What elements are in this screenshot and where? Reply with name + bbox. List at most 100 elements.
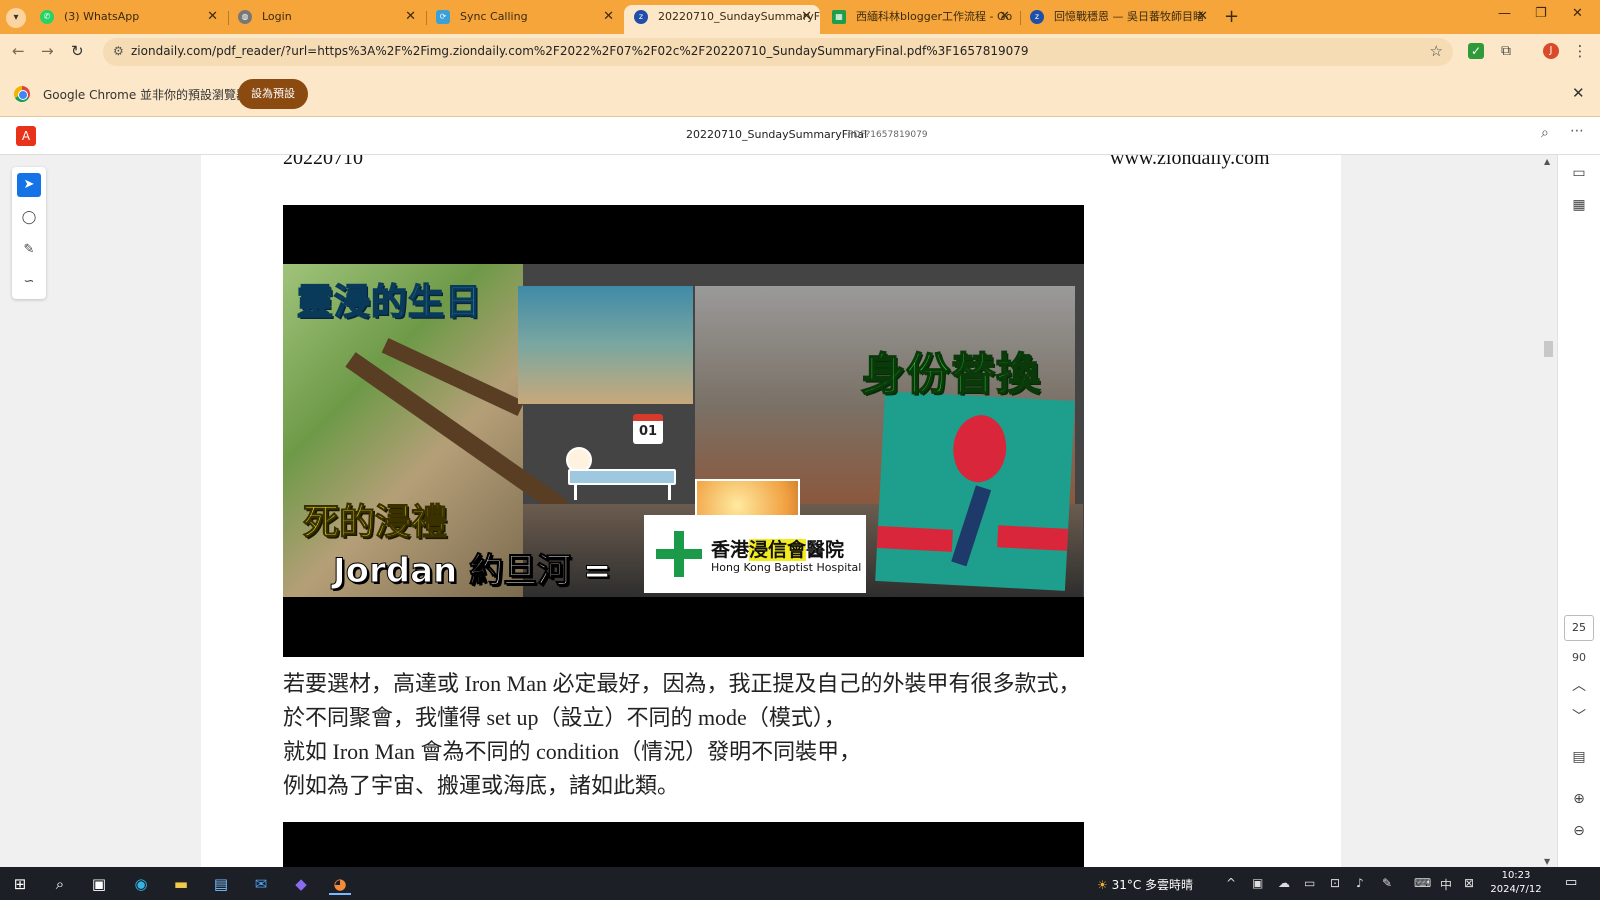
onedrive-cloud-icon[interactable]: ☁: [1278, 876, 1290, 890]
lasso-icon[interactable]: ∽: [17, 270, 41, 294]
globe-icon: ◍: [238, 10, 252, 24]
close-icon[interactable]: ✕: [405, 5, 416, 29]
next-page-icon[interactable]: ﹀: [1569, 707, 1589, 727]
microsoft-store-icon[interactable]: ▤: [210, 873, 232, 895]
windows-start-icon[interactable]: ⊞: [9, 873, 31, 895]
minimize-icon[interactable]: —: [1498, 6, 1511, 21]
next-banner-image: [283, 822, 1084, 867]
notification-icon[interactable]: ▭: [1565, 875, 1577, 890]
close-icon[interactable]: ✕: [603, 5, 614, 29]
keyboard-icon[interactable]: ⌨: [1414, 876, 1431, 890]
search-icon[interactable]: ⌕: [1541, 125, 1549, 141]
mail-icon[interactable]: ✉: [250, 873, 272, 895]
infobar-message: Google Chrome 並非你的預設瀏覽器: [43, 88, 249, 102]
sync-calling-icon: ⟳: [436, 10, 450, 24]
close-icon[interactable]: ✕: [999, 5, 1010, 29]
zoom-in-icon[interactable]: ⊕: [1569, 789, 1589, 809]
weather-sun-icon: ☀: [1097, 878, 1112, 892]
chrome-taskbar-icon[interactable]: ◕: [329, 873, 351, 895]
extensions-puzzle-icon[interactable]: ⧉: [1498, 43, 1514, 59]
hospital-cross-icon: [656, 531, 702, 577]
bed-leg: [574, 484, 577, 500]
new-tab-button[interactable]: +: [1224, 6, 1239, 27]
network-icon[interactable]: ⊡: [1330, 876, 1340, 890]
chrome-menu-icon[interactable]: ⋮: [1572, 43, 1588, 59]
bookmark-star-icon[interactable]: ☆: [1430, 42, 1443, 60]
sheets-icon: ▦: [832, 10, 846, 24]
volume-icon[interactable]: ♪: [1356, 876, 1364, 890]
hospital-logo: 香港浸信會醫院 Hong Kong Baptist Hospital: [644, 515, 866, 593]
tab-blogger-workflow[interactable]: ▦ 西緬科林blogger工作流程 - Go ✕: [822, 5, 1018, 34]
previous-page-icon[interactable]: ︿: [1569, 676, 1589, 696]
copilot-icon[interactable]: ◆: [290, 873, 312, 895]
tab-title: Login: [262, 10, 292, 23]
tab-login[interactable]: ◍ Login ✕: [228, 5, 424, 34]
weather-widget[interactable]: ☀ 31°C 多雲時晴: [1097, 876, 1193, 893]
comments-panel-icon[interactable]: ▭: [1569, 163, 1589, 183]
pdf-page: 20220710 www.ziondaily.com 01 靈浸的生日 身份替換…: [201, 155, 1341, 867]
taskbar-clock[interactable]: 10:23 2024/7/12: [1486, 869, 1546, 897]
scrollbar-thumb[interactable]: [1544, 341, 1553, 357]
clock-date: 2024/7/12: [1490, 884, 1542, 895]
close-icon[interactable]: ✕: [1572, 84, 1585, 102]
profile-avatar[interactable]: J: [1543, 43, 1559, 59]
battery-icon[interactable]: ▭: [1304, 876, 1315, 890]
close-icon[interactable]: ✕: [801, 5, 812, 29]
ime-mode-icon[interactable]: ⊠: [1464, 876, 1474, 890]
scroll-down-arrow-icon[interactable]: ▼: [1544, 857, 1550, 866]
ime-language-indicator[interactable]: 中: [1440, 876, 1452, 893]
more-options-icon[interactable]: ⋯: [1570, 123, 1584, 139]
draw-pen-icon[interactable]: ✎: [17, 238, 41, 262]
set-default-button[interactable]: 設為預設: [238, 79, 308, 109]
pen-input-icon[interactable]: ✎: [1382, 876, 1392, 890]
edge-browser-icon[interactable]: ◉: [130, 873, 152, 895]
thumbnails-grid-icon[interactable]: ▦: [1569, 195, 1589, 215]
select-cursor-icon[interactable]: ➤: [17, 173, 41, 197]
tab-whatsapp[interactable]: ✆ (3) WhatsApp ✕: [30, 5, 226, 34]
tab-title: 20220710_SundaySummaryFi: [658, 10, 820, 23]
restore-icon[interactable]: ❐: [1535, 6, 1547, 21]
paragraph-line: 就如 Iron Man 會為不同的 condition（情況）發明不同裝甲，: [283, 739, 862, 764]
annotation-toolbar: ➤ ◯ ✎ ∽: [12, 167, 46, 299]
tab-sunday-summary[interactable]: z 20220710_SundaySummaryFi ✕: [624, 5, 820, 34]
chrome-logo-icon: [14, 86, 30, 102]
flame-icon: [943, 409, 1016, 488]
extension-check-icon[interactable]: ✓: [1468, 43, 1484, 59]
pdf-header-bar: A 20220710_SundaySummaryFinal PDF?165781…: [0, 117, 1600, 155]
page-settings-icon[interactable]: ▤: [1569, 747, 1589, 767]
window-close-icon[interactable]: ✕: [1572, 6, 1583, 21]
tab-search-button[interactable]: ▾: [6, 8, 26, 28]
close-icon[interactable]: ✕: [207, 5, 218, 29]
task-view-icon[interactable]: ▣: [88, 873, 110, 895]
tab-title: Sync Calling: [460, 10, 528, 23]
torch-icon: [951, 485, 992, 567]
body-paragraph: 若要選材，高達或 Iron Man 必定最好，因為，我正提及自己的外裝甲有很多款…: [283, 667, 1080, 803]
hospital-name-en: Hong Kong Baptist Hospital: [711, 561, 862, 574]
tab-title: 西緬科林blogger工作流程 - Go: [856, 10, 1013, 23]
jordan-crossing-image: [518, 286, 693, 404]
current-page-field[interactable]: 25: [1564, 615, 1594, 641]
add-comment-icon[interactable]: ◯: [17, 206, 41, 230]
forward-arrow-icon[interactable]: →: [41, 42, 54, 60]
banner-death-text: 死的浸禮: [302, 502, 448, 544]
search-icon[interactable]: ⌕: [49, 873, 71, 895]
tab-sync-calling[interactable]: ⟳ Sync Calling ✕: [426, 5, 622, 34]
close-icon[interactable]: ✕: [1197, 5, 1208, 29]
paragraph-line: 例如為了宇宙、搬運或海底，諸如此類。: [283, 773, 680, 798]
torch-handover-image: [875, 391, 1075, 591]
tab-strip: ▾ ✆ (3) WhatsApp ✕ ◍ Login ✕ ⟳ Sync Call…: [0, 0, 1600, 34]
file-explorer-icon[interactable]: ▬: [170, 873, 192, 895]
tab-memoir[interactable]: z 回憶戰穩恩 — 吳日蕃牧師目睹 ✕: [1020, 5, 1216, 34]
hospital-name-zh: 香港浸信會醫院: [711, 539, 845, 561]
scroll-up-arrow-icon[interactable]: ▲: [1544, 157, 1550, 166]
address-bar[interactable]: ⚙ ziondaily.com/pdf_reader/?url=https%3A…: [103, 38, 1453, 66]
ziondaily-icon: z: [1030, 10, 1044, 24]
back-arrow-icon[interactable]: ←: [12, 42, 25, 60]
banner-identity-text: 身份替換: [860, 348, 1041, 401]
zoom-out-icon[interactable]: ⊖: [1569, 821, 1589, 841]
tab-title: 回憶戰穩恩 — 吳日蕃牧師目睹: [1054, 10, 1204, 23]
meet-now-icon[interactable]: ▣: [1252, 876, 1263, 890]
tray-chevron-icon[interactable]: ^: [1226, 876, 1236, 890]
reload-icon[interactable]: ↻: [71, 42, 84, 60]
site-info-icon[interactable]: ⚙: [113, 44, 124, 58]
